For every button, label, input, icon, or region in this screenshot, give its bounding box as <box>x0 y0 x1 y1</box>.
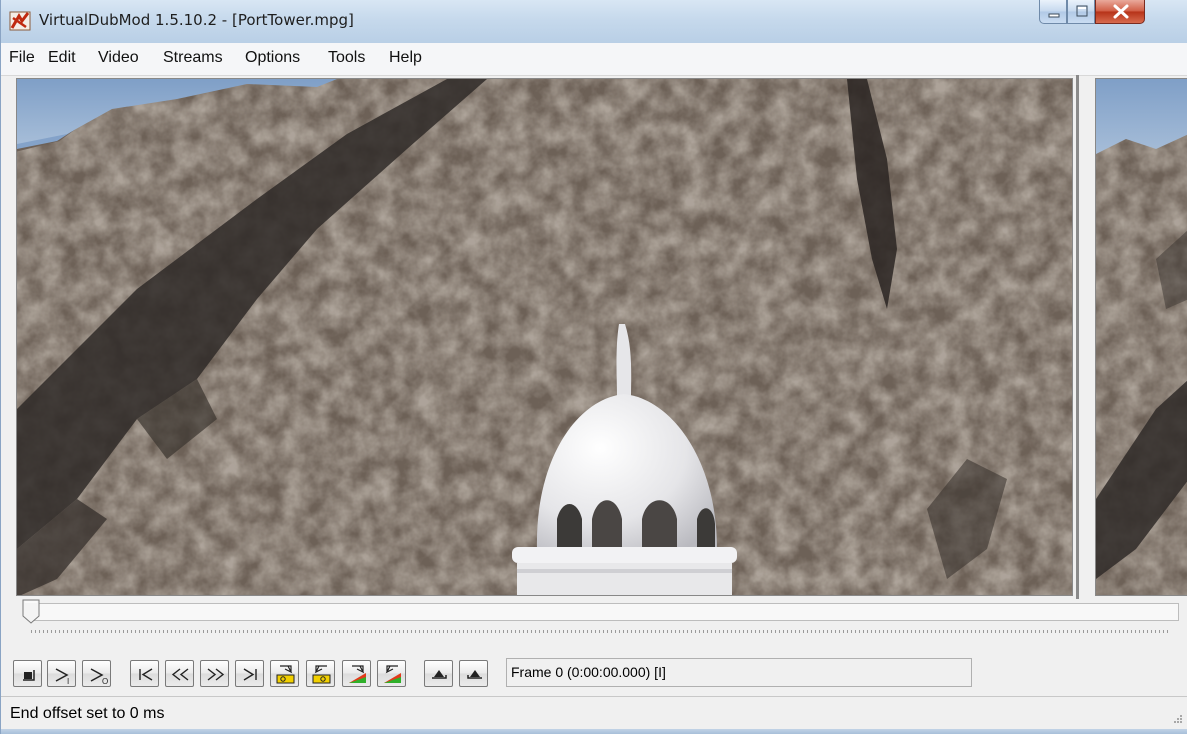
virtualdub-icon <box>9 11 31 31</box>
output-frame-image <box>1096 79 1187 595</box>
svg-text:I: I <box>67 677 69 686</box>
video-frame-image <box>17 79 1072 595</box>
next-scene-icon <box>384 665 401 683</box>
close-icon <box>1113 4 1129 19</box>
next-keyframe-button[interactable] <box>306 660 335 687</box>
maximize-icon <box>1076 5 1088 17</box>
play-output-icon: O <box>90 668 108 686</box>
window-title: VirtualDubMod 1.5.10.2 - [PortTower.mpg] <box>39 11 354 29</box>
play-output-button[interactable]: O <box>82 660 111 687</box>
next-frame-button[interactable] <box>200 660 229 687</box>
previous-frame-button[interactable] <box>165 660 194 687</box>
next-keyframe-icon <box>312 665 331 684</box>
mark-in-button[interactable] <box>424 660 453 687</box>
previous-keyframe-button[interactable] <box>270 660 299 687</box>
stop-button[interactable] <box>13 660 42 687</box>
slider-ticks <box>31 630 1171 633</box>
previous-scene-icon <box>349 665 366 683</box>
position-slider-track[interactable] <box>29 603 1179 621</box>
svg-text:O: O <box>102 677 108 686</box>
previous-frame-icon <box>171 668 189 681</box>
menu-edit[interactable]: Edit <box>48 49 76 67</box>
previous-keyframe-icon <box>276 665 295 684</box>
next-frame-icon <box>207 668 225 681</box>
output-video-pane <box>1095 78 1187 596</box>
go-to-start-icon <box>139 668 153 681</box>
mark-out-button[interactable] <box>459 660 488 687</box>
mark-in-icon <box>432 670 447 679</box>
resize-grip-icon[interactable] <box>1169 712 1183 726</box>
maximize-button[interactable] <box>1067 0 1095 24</box>
menu-options[interactable]: Options <box>245 49 300 67</box>
frame-position-display: Frame 0 (0:00:00.000) [I] <box>506 658 972 687</box>
pane-splitter[interactable] <box>1076 75 1079 599</box>
play-input-button[interactable]: I <box>47 660 76 687</box>
application-window: VirtualDubMod 1.5.10.2 - [PortTower.mpg]… <box>0 0 1187 734</box>
menu-tools[interactable]: Tools <box>328 49 365 67</box>
menu-streams[interactable]: Streams <box>163 49 223 67</box>
mark-out-icon <box>467 670 482 679</box>
position-slider-thumb[interactable] <box>21 599 41 625</box>
title-bar[interactable]: VirtualDubMod 1.5.10.2 - [PortTower.mpg] <box>1 0 1187 43</box>
next-scene-button[interactable] <box>377 660 406 687</box>
menu-help[interactable]: Help <box>389 49 422 67</box>
close-button[interactable] <box>1095 0 1145 24</box>
previous-scene-button[interactable] <box>342 660 371 687</box>
minimize-icon <box>1048 13 1060 18</box>
go-to-start-button[interactable] <box>130 660 159 687</box>
stop-icon <box>23 670 35 681</box>
input-video-pane <box>16 78 1073 596</box>
go-to-end-button[interactable] <box>235 660 264 687</box>
menu-file[interactable]: File <box>9 49 35 67</box>
menu-video[interactable]: Video <box>98 49 139 67</box>
status-text: End offset set to 0 ms <box>10 705 165 722</box>
go-to-end-icon <box>243 668 257 681</box>
minimize-button[interactable] <box>1039 0 1067 24</box>
play-input-icon: I <box>55 668 69 686</box>
frame-position-label: Frame 0 (0:00:00.000) [I] <box>511 664 666 680</box>
menu-bar: File Edit Video Streams Options Tools He… <box>1 43 1187 76</box>
window-bottom-border <box>1 729 1187 734</box>
